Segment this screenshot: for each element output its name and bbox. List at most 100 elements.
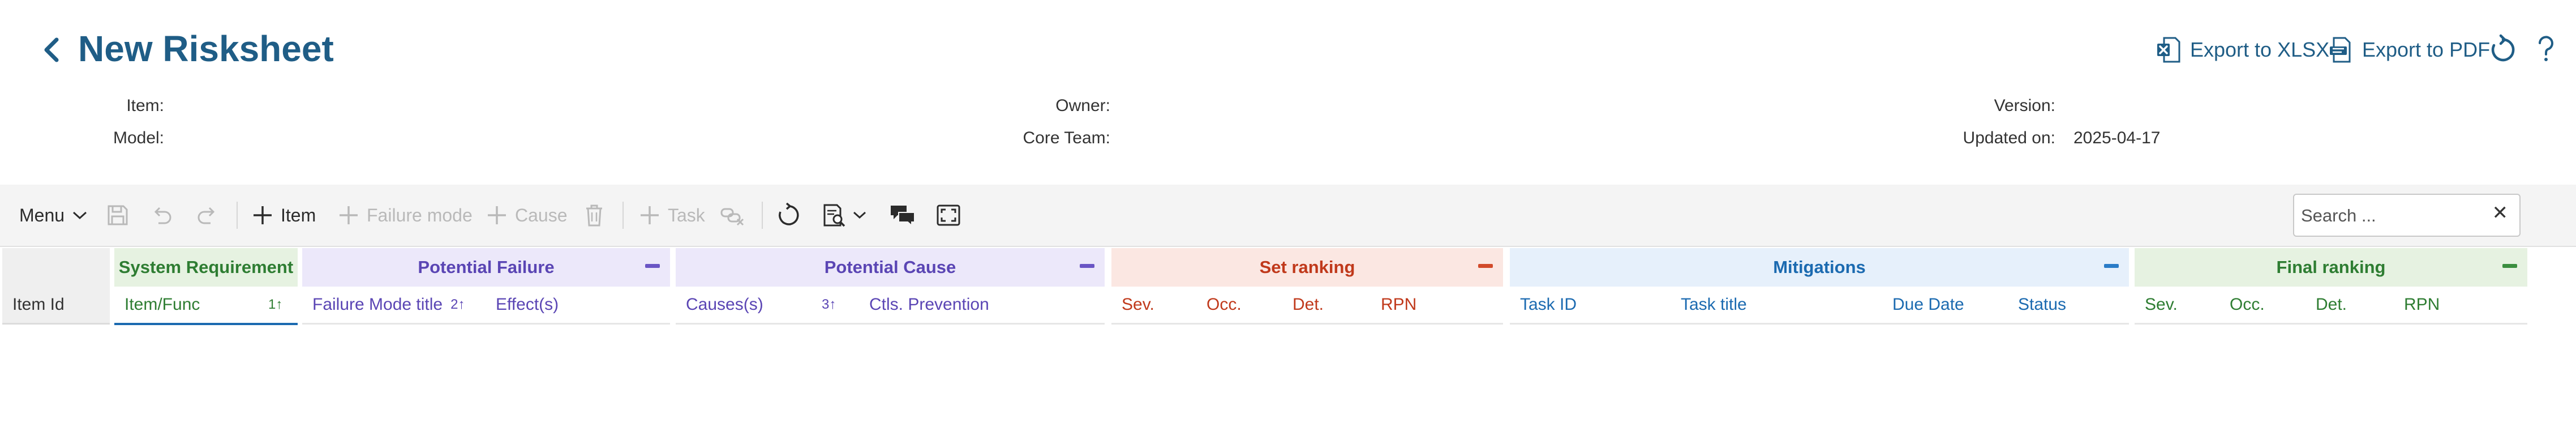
column-header-failure-mode-title[interactable]: Failure Mode title 2↑: [312, 287, 465, 323]
save-button[interactable]: [106, 185, 129, 246]
fullscreen-button[interactable]: [936, 185, 961, 246]
column-header-det[interactable]: Det.: [1293, 287, 1324, 323]
undo-button[interactable]: [151, 185, 173, 246]
column-header-final-sev[interactable]: Sev.: [2145, 287, 2178, 323]
column-header-label: Causes(s): [686, 295, 763, 314]
save-icon: [108, 205, 128, 225]
add-failure-mode-button[interactable]: Failure mode: [337, 185, 473, 246]
plus-icon: [488, 206, 506, 224]
add-cause-button[interactable]: Cause: [486, 185, 568, 246]
comments-button[interactable]: [890, 185, 916, 246]
column-header-ctls-prevention[interactable]: Ctls. Prevention: [869, 287, 989, 323]
reload-button[interactable]: [776, 185, 801, 246]
group-header: Set ranking: [1111, 248, 1503, 287]
reload-icon: [779, 203, 799, 225]
sort-order-label: 1↑: [268, 297, 283, 312]
column-header-task-id[interactable]: Task ID: [1520, 287, 1577, 323]
toolbar-divider: [622, 202, 624, 229]
column-header-final-occ[interactable]: Occ.: [2230, 287, 2265, 323]
column-header-final-det[interactable]: Det.: [2316, 287, 2347, 323]
column-header-label: Item/Func: [124, 295, 200, 314]
group-header: Mitigations: [1510, 248, 2129, 287]
column-header-label: Det.: [2316, 295, 2347, 314]
updated-on-value: 2025-04-17: [2073, 129, 2161, 147]
add-item-label: Item: [281, 204, 316, 225]
menu-dropdown[interactable]: Menu: [19, 185, 89, 246]
export-xlsx-label: Export to XLSX: [2190, 38, 2330, 61]
help-button[interactable]: [2536, 33, 2556, 70]
export-pdf-button[interactable]: Export to PDF: [2328, 33, 2490, 67]
pdf-file-icon: [2330, 37, 2351, 63]
sort-indicator[interactable]: 3↑: [814, 287, 836, 323]
column-header-item-id[interactable]: Item Id: [12, 287, 65, 323]
potential-cause-group: Potential Cause Causes(s) 3↑ Ctls. Preve…: [676, 248, 1105, 325]
item-label: Item:: [126, 96, 164, 115]
toolbar-divider: [762, 202, 763, 229]
toolbar: Menu Item Failure mode Cause Task: [0, 185, 2576, 247]
back-button[interactable]: [37, 33, 66, 67]
column-header-label: Due Date: [1892, 295, 1964, 314]
add-cause-label: Cause: [515, 204, 568, 225]
system-requirement-group: System Requirement Item/Func 1↑: [114, 248, 298, 325]
redo-icon: [198, 207, 215, 224]
review-document-icon: [823, 204, 845, 227]
model-label: Model:: [113, 129, 164, 147]
add-task-button[interactable]: Task: [638, 185, 705, 246]
clear-search-icon[interactable]: ✕: [2492, 202, 2509, 224]
column-header-label: Occ.: [1207, 295, 1242, 314]
column-header-occ[interactable]: Occ.: [1207, 287, 1242, 323]
menu-label: Menu: [19, 204, 65, 225]
comments-icon: [891, 206, 915, 227]
potential-failure-group: Potential Failure Failure Mode title 2↑ …: [302, 248, 670, 325]
search-input[interactable]: [2300, 199, 2483, 232]
collapse-group-icon[interactable]: [2502, 264, 2517, 268]
sort-order-label: 3↑: [822, 297, 836, 312]
collapse-group-icon[interactable]: [645, 264, 660, 268]
column-header-status[interactable]: Status: [2018, 287, 2066, 323]
export-pdf-label: Export to PDF: [2362, 38, 2491, 61]
review-dropdown[interactable]: [822, 185, 868, 246]
excel-file-icon: [2157, 37, 2180, 63]
sort-indicator[interactable]: 1↑: [260, 287, 282, 323]
collapse-group-icon[interactable]: [2104, 264, 2119, 268]
column-header-label: Task title: [1681, 295, 1747, 314]
title-bar: New Risksheet Export to XLSX Export to P…: [0, 0, 2576, 102]
plus-icon: [340, 206, 358, 224]
fullscreen-icon: [937, 204, 960, 226]
column-header-item-func[interactable]: Item/Func: [124, 287, 200, 323]
mitigations-group: Mitigations Task ID Task title Due Date …: [1510, 248, 2129, 325]
column-header-label: Failure Mode title: [312, 295, 443, 314]
group-header: Final ranking: [2135, 248, 2527, 287]
updated-on-label: Updated on:: [1963, 129, 2055, 147]
column-header-due-date[interactable]: Due Date: [1892, 287, 1964, 323]
column-header-final-rpn[interactable]: RPN: [2404, 287, 2440, 323]
column-header-label: Status: [2018, 295, 2067, 314]
refresh-button[interactable]: [2489, 33, 2517, 70]
collapse-group-icon[interactable]: [1080, 264, 1094, 268]
redo-button[interactable]: [196, 185, 218, 246]
column-header-causes[interactable]: Causes(s): [686, 287, 763, 323]
group-header: Potential Cause: [676, 248, 1105, 287]
add-failure-mode-label: Failure mode: [367, 204, 473, 225]
chevron-left-icon: [44, 37, 59, 62]
page-title: New Risksheet: [78, 28, 334, 69]
add-task-label: Task: [668, 204, 705, 225]
column-header-label: Det.: [1293, 295, 1324, 314]
column-header-label: RPN: [2404, 295, 2440, 314]
collapse-group-icon[interactable]: [1478, 264, 1493, 268]
column-header-label: Task ID: [1520, 295, 1577, 314]
add-item-button[interactable]: Item: [251, 185, 316, 246]
column-header-rpn[interactable]: RPN: [1381, 287, 1416, 323]
sort-order-label: 2↑: [450, 297, 465, 312]
group-header: System Requirement: [114, 248, 298, 287]
column-header-task-title[interactable]: Task title: [1681, 287, 1747, 323]
column-header-label: Ctls. Prevention: [869, 295, 989, 314]
version-label: Version:: [1994, 96, 2055, 115]
column-header-label: Item Id: [12, 295, 65, 314]
export-xlsx-button[interactable]: Export to XLSX: [2156, 33, 2329, 67]
column-header-sev[interactable]: Sev.: [1122, 287, 1154, 323]
unlink-button[interactable]: [720, 185, 745, 246]
toolbar-divider: [237, 202, 238, 229]
column-header-effects[interactable]: Effect(s): [496, 287, 559, 323]
delete-button[interactable]: [583, 185, 606, 246]
